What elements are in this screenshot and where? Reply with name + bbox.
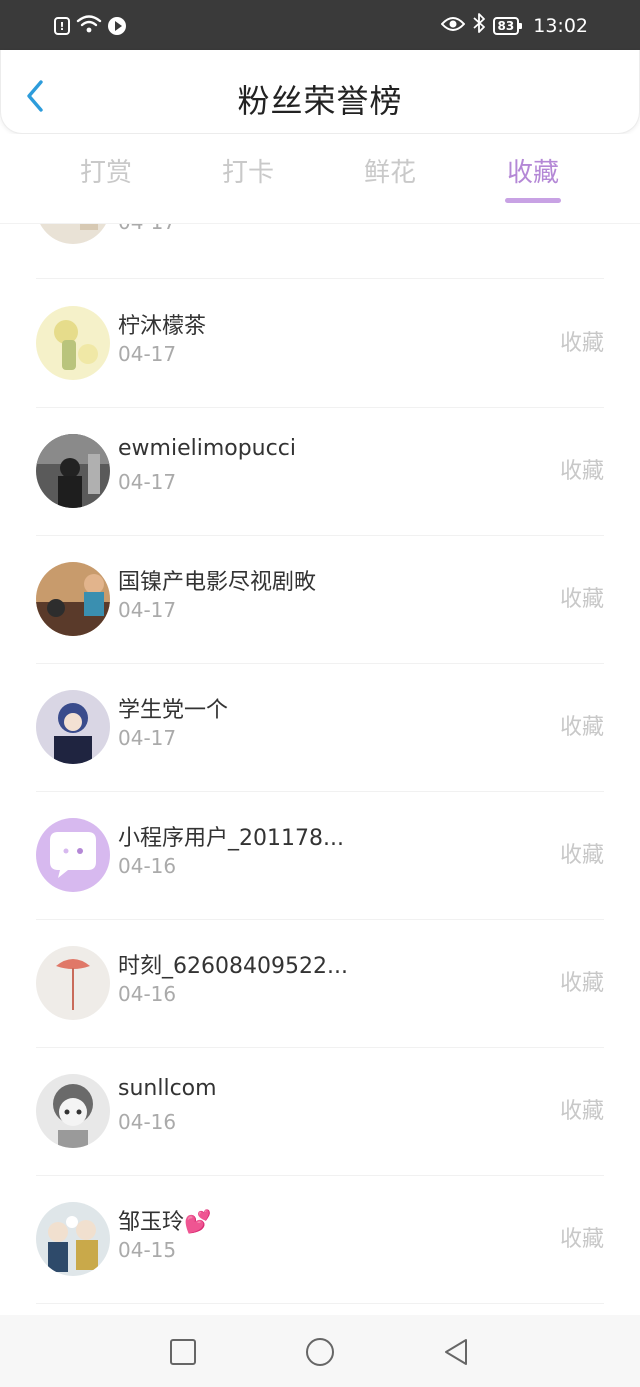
- eye-icon: [440, 15, 465, 37]
- list-item-name: 柠沐檬茶: [118, 314, 207, 339]
- avatar: [36, 224, 110, 244]
- status-right-icons: 83 13:02: [440, 13, 588, 38]
- favorite-label[interactable]: 收藏: [560, 1093, 604, 1125]
- list-item-name: 邹玉玲💕: [118, 1210, 212, 1235]
- tab-active-underline: [505, 198, 561, 203]
- list-item[interactable]: 学生党一个 04-17 收藏: [0, 664, 640, 792]
- list-item[interactable]: 柠沐檬茶 04-17 收藏: [0, 280, 640, 408]
- header: 粉丝荣誉榜: [0, 50, 640, 134]
- list-item[interactable]: 国镍产电影尽视剧畋 04-17 收藏: [0, 536, 640, 664]
- list-item[interactable]: sunllcom 04-16 收藏: [0, 1048, 640, 1176]
- square-icon: [170, 1339, 196, 1365]
- list-item-date: 04-17: [118, 342, 177, 366]
- list-item-name: 国镍产电影尽视剧畋: [118, 570, 317, 595]
- favorite-label[interactable]: 收藏: [560, 965, 604, 997]
- system-nav-bar: [0, 1315, 640, 1387]
- bluetooth-icon: [472, 13, 485, 38]
- tab-favorites[interactable]: 收藏: [488, 152, 578, 203]
- list-item-name: 时刻_62608409522...: [118, 954, 348, 979]
- list-item-date: 04-17: [118, 726, 177, 750]
- battery-icon: 83: [492, 16, 522, 35]
- list-item[interactable]: 邹玉玲💕 04-15 收藏: [0, 1176, 640, 1304]
- list-item-name: 小程序用户_201178...: [118, 826, 344, 851]
- list-item-name: sunllcom: [118, 1076, 217, 1101]
- list-item-name: ewmielimopucci: [118, 436, 296, 461]
- favorite-label[interactable]: 收藏: [560, 1221, 604, 1253]
- list-item-partial[interactable]: 04-17: [0, 224, 640, 279]
- favorite-label[interactable]: 收藏: [560, 837, 604, 869]
- tab-bar: 打赏 打卡 鲜花 收藏: [0, 134, 640, 224]
- list-item-date: 04-17: [118, 470, 177, 494]
- list-item[interactable]: ewmielimopucci 04-17 收藏: [0, 408, 640, 536]
- list-item-name: 学生党一个: [118, 698, 229, 723]
- circle-icon: [306, 1338, 334, 1366]
- status-bar: ! 83 13:02: [0, 0, 640, 50]
- row-divider: [36, 1303, 604, 1304]
- tab-checkin[interactable]: 打卡: [203, 152, 293, 189]
- page-title: 粉丝荣誉榜: [237, 82, 403, 120]
- list-item-date: 04-16: [118, 1110, 177, 1134]
- back-nav-button[interactable]: [441, 1337, 471, 1367]
- wifi-icon: [76, 14, 102, 38]
- list-item-date: 04-15: [118, 1238, 177, 1262]
- status-left-icons: !: [54, 14, 126, 38]
- tab-favorites-label: 收藏: [506, 158, 559, 188]
- avatar: [36, 818, 110, 892]
- home-button[interactable]: [305, 1337, 335, 1367]
- avatar: [36, 946, 110, 1020]
- tab-flowers[interactable]: 鲜花: [345, 152, 435, 189]
- play-icon: [108, 17, 126, 35]
- favorite-label[interactable]: 收藏: [560, 581, 604, 613]
- list-item-date: 04-17: [118, 598, 177, 622]
- avatar: [36, 1074, 110, 1148]
- triangle-back-icon: [445, 1339, 467, 1365]
- alert-icon: !: [54, 17, 70, 35]
- list-item-date: 04-17: [118, 224, 176, 234]
- list-item-date: 04-16: [118, 982, 177, 1006]
- recents-button[interactable]: [168, 1337, 198, 1367]
- tab-reward[interactable]: 打赏: [61, 152, 151, 189]
- favorite-label[interactable]: 收藏: [560, 709, 604, 741]
- favorite-label[interactable]: 收藏: [560, 453, 604, 485]
- avatar: [36, 434, 110, 508]
- list-item[interactable]: 小程序用户_201178... 04-16 收藏: [0, 792, 640, 920]
- avatar: [36, 690, 110, 764]
- status-time: 13:02: [533, 14, 588, 37]
- avatar: [36, 1202, 110, 1276]
- row-divider: [36, 278, 604, 279]
- avatar: [36, 306, 110, 380]
- list-item-date: 04-16: [118, 854, 177, 878]
- list-item[interactable]: 时刻_62608409522... 04-16 收藏: [0, 920, 640, 1048]
- avatar: [36, 562, 110, 636]
- favorite-label[interactable]: 收藏: [560, 325, 604, 357]
- fan-list[interactable]: 04-17 柠沐檬茶 04-17 收藏 ewmie: [0, 224, 640, 1315]
